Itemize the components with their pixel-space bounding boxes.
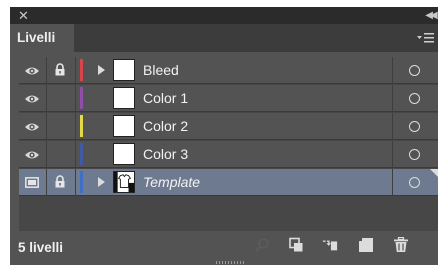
lock-toggle[interactable]: [46, 113, 76, 139]
eye-icon: [25, 151, 39, 159]
make-clipping-mask-icon[interactable]: [322, 237, 338, 253]
visibility-toggle[interactable]: [19, 141, 47, 167]
visibility-toggle[interactable]: [19, 113, 47, 139]
layer-thumbnail: [113, 59, 135, 81]
target-circle-icon[interactable]: [409, 149, 420, 160]
layer-thumbnail: [113, 171, 135, 193]
target-circle-icon[interactable]: [409, 93, 420, 104]
preview-outline-icon: [25, 177, 39, 188]
layer-list: Bleed Color 1 Color 2 Color 3 Template: [19, 57, 438, 231]
lock-toggle[interactable]: [46, 57, 76, 83]
search-icon[interactable]: [254, 237, 270, 253]
close-icon[interactable]: ✕: [18, 7, 30, 24]
layer-color-swatch: [80, 171, 83, 193]
layer-row[interactable]: Color 1: [19, 85, 438, 112]
layer-row[interactable]: Color 2: [19, 113, 438, 140]
target-cell[interactable]: [392, 169, 438, 195]
selection-indicator: [430, 169, 438, 178]
visibility-toggle[interactable]: [19, 57, 47, 83]
layer-count: 5 livelli: [18, 240, 64, 255]
double-chevron-icon[interactable]: ◀◀: [422, 7, 438, 24]
layer-thumbnail: [113, 115, 135, 137]
target-cell[interactable]: [392, 113, 438, 139]
panel-menu-icon[interactable]: [417, 31, 435, 45]
layer-thumbnail: [113, 143, 135, 165]
layer-name[interactable]: Template: [143, 174, 200, 190]
layer-color-swatch: [80, 87, 83, 109]
target-circle-icon[interactable]: [409, 121, 420, 132]
layer-name[interactable]: Color 1: [143, 90, 188, 106]
collect-for-export-icon[interactable]: [288, 237, 304, 253]
tab-label: Livelli: [17, 30, 56, 45]
target-cell[interactable]: [392, 57, 438, 83]
tab-livelli[interactable]: Livelli: [10, 24, 74, 52]
eye-icon: [25, 67, 39, 75]
tab-strip: Livelli: [10, 24, 438, 52]
layers-panel: ✕ ◀◀ Livelli Bleed Color 1 Color 2 Color 3 T…: [10, 7, 438, 265]
target-circle-icon[interactable]: [409, 177, 420, 188]
layer-color-swatch: [80, 143, 83, 165]
new-layer-icon[interactable]: [358, 237, 374, 253]
layer-color-swatch: [80, 59, 83, 81]
lock-toggle[interactable]: [46, 85, 76, 111]
panel-footer: 5 livelli: [10, 231, 438, 265]
layer-row[interactable]: Template: [19, 169, 438, 196]
layer-row[interactable]: Color 3: [19, 141, 438, 168]
visibility-toggle[interactable]: [19, 169, 47, 195]
resize-grip[interactable]: [216, 261, 246, 264]
layer-color-swatch: [80, 115, 83, 137]
visibility-toggle[interactable]: [19, 85, 47, 111]
template-thumbnail-icon: [114, 172, 134, 192]
lock-toggle[interactable]: [46, 169, 76, 195]
lock-toggle[interactable]: [46, 141, 76, 167]
eye-icon: [25, 123, 39, 131]
expand-arrow-icon[interactable]: [98, 65, 105, 75]
lock-icon: [55, 175, 65, 188]
layer-name[interactable]: Color 2: [143, 118, 188, 134]
expand-arrow-icon[interactable]: [98, 177, 105, 187]
target-circle-icon[interactable]: [409, 65, 420, 76]
layer-row[interactable]: Bleed: [19, 57, 438, 84]
panel-title-bar: ✕ ◀◀: [10, 7, 438, 24]
layer-name[interactable]: Bleed: [143, 62, 179, 78]
layer-thumbnail: [113, 87, 135, 109]
trash-icon[interactable]: [393, 237, 409, 253]
eye-icon: [25, 95, 39, 103]
target-cell[interactable]: [392, 85, 438, 111]
target-cell[interactable]: [392, 141, 438, 167]
layer-name[interactable]: Color 3: [143, 146, 188, 162]
lock-icon: [55, 63, 65, 76]
